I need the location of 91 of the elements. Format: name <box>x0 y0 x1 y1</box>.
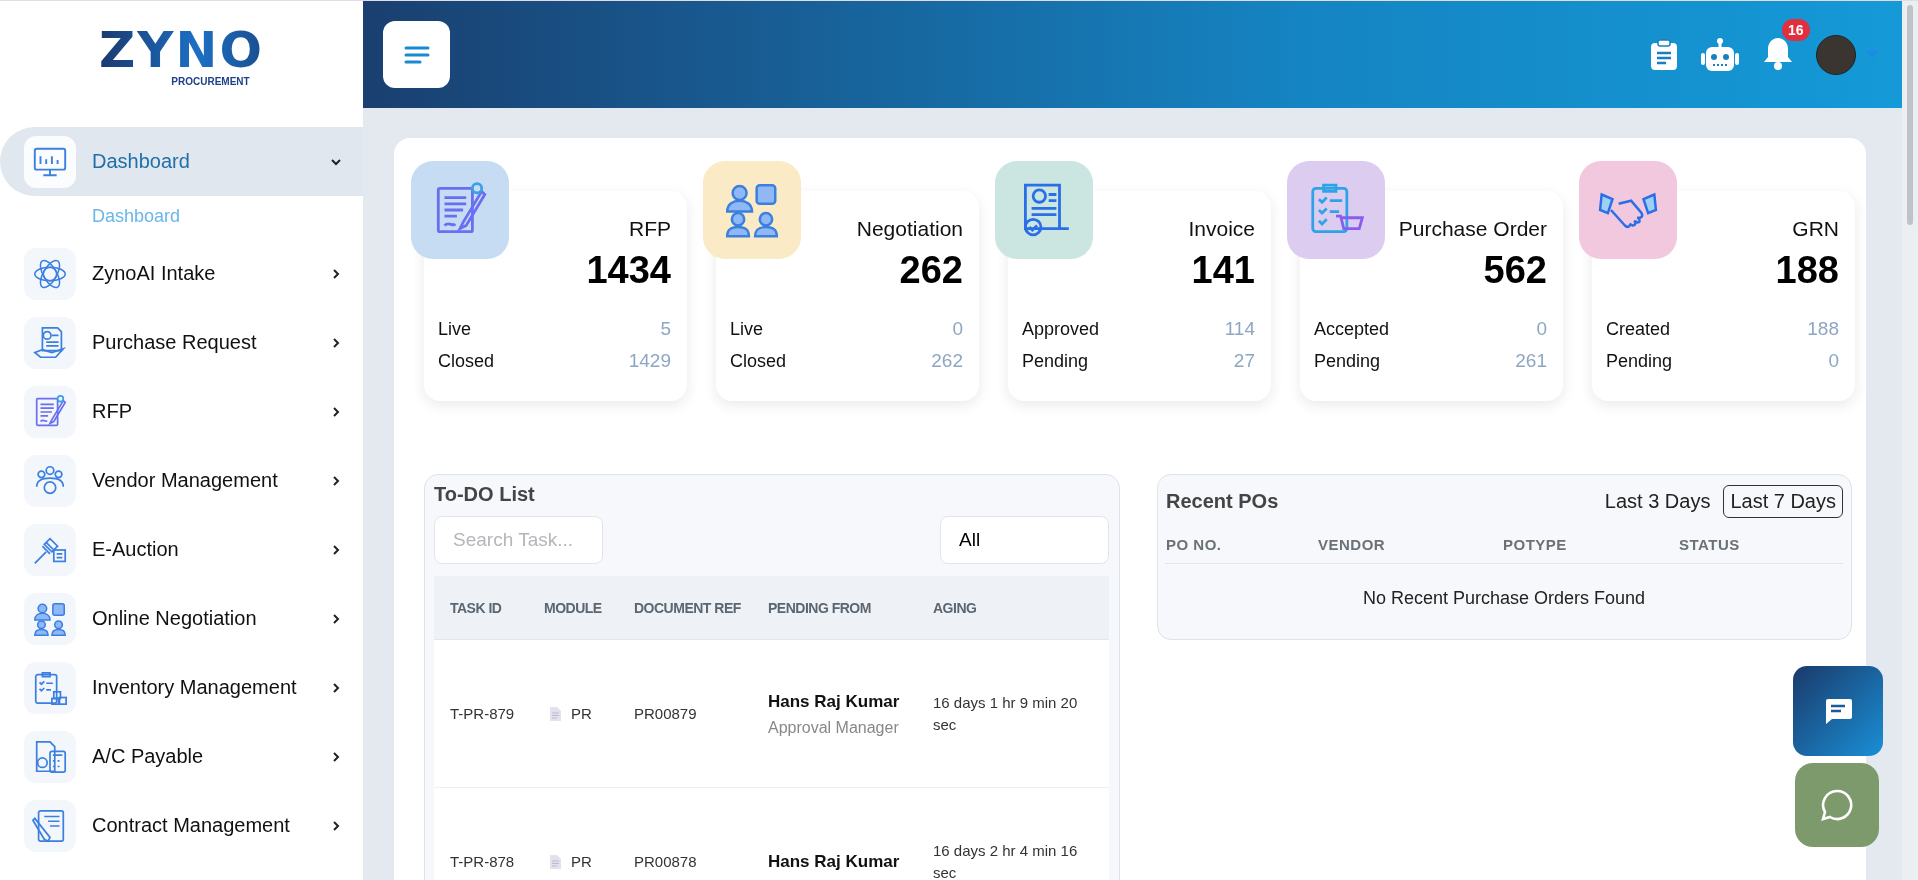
stat-total: 188 <box>1774 249 1839 292</box>
document-pen-icon <box>24 385 76 438</box>
message-icon <box>1823 697 1853 725</box>
table-cell-text: 16 days 2 hr 4 min 16 sec <box>933 840 1079 880</box>
stat-label: Live <box>730 319 764 340</box>
stat-label: Approved <box>1022 319 1100 340</box>
column-header: VENDOR <box>1318 536 1387 553</box>
chat-bubble-icon <box>1820 788 1854 822</box>
empty-message: No Recent Purchase Orders Found <box>1361 587 1647 610</box>
document-icon <box>550 706 561 721</box>
column-header: PENDING FROM <box>768 598 872 618</box>
monitor-chart-icon <box>24 135 76 188</box>
document-hand-icon <box>24 316 76 369</box>
todo-title: To-DO List <box>434 483 536 506</box>
search-field[interactable]: Search Task... <box>434 516 603 564</box>
stat-total: 1434 <box>585 249 671 292</box>
stat-total: 562 <box>1482 249 1547 292</box>
table-cell-text: PR00878 <box>634 851 698 872</box>
sidebar-item[interactable]: ZynoAI Intake <box>0 239 363 308</box>
sidebar-item[interactable]: Purchase Request <box>0 308 363 377</box>
range-tab[interactable]: Last 3 Days <box>1597 485 1718 518</box>
sidebar-item[interactable]: Inventory Management <box>0 653 363 722</box>
stat-label: Pending <box>1606 351 1673 372</box>
range-tab[interactable]: Last 7 Days <box>1723 485 1843 518</box>
stat-value: 5 <box>660 318 671 340</box>
stat-title: Invoice <box>1187 217 1255 241</box>
stat-label: Closed <box>730 351 787 372</box>
sidebar-item[interactable]: E-Auction <box>0 515 363 584</box>
gavel-icon <box>24 523 76 576</box>
people-chat-icon <box>24 592 76 645</box>
stat-label: Pending <box>1314 351 1381 372</box>
column-header: POTYPE <box>1503 536 1568 553</box>
assignee-name: Hans Raj Kumar <box>768 690 901 713</box>
stat-total: 262 <box>898 249 963 292</box>
stat-label: Created <box>1606 319 1671 340</box>
sidebar-item[interactable]: Dashboard <box>0 127 363 196</box>
stat-value: 0 <box>1536 318 1547 340</box>
column-header: STATUS <box>1679 536 1741 553</box>
stat-title: GRN <box>1791 217 1839 241</box>
assignee-name: Hans Raj Kumar <box>768 851 901 873</box>
table-cell-text: T-PR-879 <box>450 703 516 724</box>
column-header: TASK ID <box>450 598 503 618</box>
stat-title: RFP <box>628 217 671 241</box>
stat-value: 261 <box>1515 350 1547 372</box>
notification-badge: 16 <box>1782 18 1810 41</box>
column-header: AGING <box>933 598 978 618</box>
scrollbar[interactable] <box>1902 1 1918 880</box>
recent-pos-title: Recent POs <box>1166 490 1279 513</box>
stat-title: Purchase Order <box>1397 217 1547 241</box>
chat-bubble-button[interactable] <box>1795 763 1879 847</box>
ai-atom-icon <box>24 247 76 300</box>
contract-icon <box>24 799 76 852</box>
robot-icon[interactable] <box>1700 37 1740 72</box>
menu-icon <box>403 44 430 65</box>
document-icon <box>550 854 561 869</box>
logo-tagline: PROCUREMENT <box>171 76 250 87</box>
assignee-role: Approval Manager <box>768 717 900 738</box>
stat-value: 0 <box>952 318 963 340</box>
table-cell-text: PR00879 <box>634 703 698 724</box>
table-cell-text: T-PR-878 <box>450 851 516 872</box>
stat-value: 0 <box>1828 350 1839 372</box>
stat-label: Live <box>438 319 472 340</box>
table-cell-text: PR <box>571 851 592 872</box>
column-header: MODULE <box>544 598 603 618</box>
message-button[interactable] <box>1793 666 1883 756</box>
stat-value: 1429 <box>628 350 671 372</box>
people-group-icon <box>24 454 76 507</box>
avatar-placeholder[interactable] <box>1816 34 1856 75</box>
stat-label: Accepted <box>1314 319 1390 340</box>
column-header: PO NO. <box>1166 536 1223 553</box>
stat-value: 262 <box>931 350 963 372</box>
clipboard-boxes-icon <box>24 661 76 714</box>
sidebar-item[interactable]: Online Negotiation <box>0 584 363 653</box>
filter-select[interactable]: All <box>940 516 1109 564</box>
column-header: DOCUMENT REF <box>634 598 742 618</box>
clipboard-icon[interactable] <box>1650 38 1678 71</box>
sidebar-item[interactable]: Vendor Management <box>0 446 363 515</box>
sidebar-item[interactable]: A/C Payable <box>0 722 363 791</box>
stat-total: 141 <box>1190 249 1255 292</box>
menu-button[interactable] <box>383 21 450 88</box>
sidebar-item[interactable]: RFP <box>0 377 363 446</box>
stat-value: 114 <box>1224 318 1255 340</box>
stat-title: Negotiation <box>855 217 963 241</box>
calculator-icon <box>24 730 76 783</box>
table-cell-text: PR <box>571 703 592 724</box>
sidebar-item[interactable]: Contract Management <box>0 791 363 860</box>
stat-label: Pending <box>1022 351 1089 372</box>
table-cell-text: 16 days 1 hr 9 min 20 sec <box>933 692 1079 735</box>
stat-label: Closed <box>438 351 495 372</box>
stat-value: 27 <box>1233 350 1255 372</box>
stat-value: 188 <box>1807 318 1839 340</box>
